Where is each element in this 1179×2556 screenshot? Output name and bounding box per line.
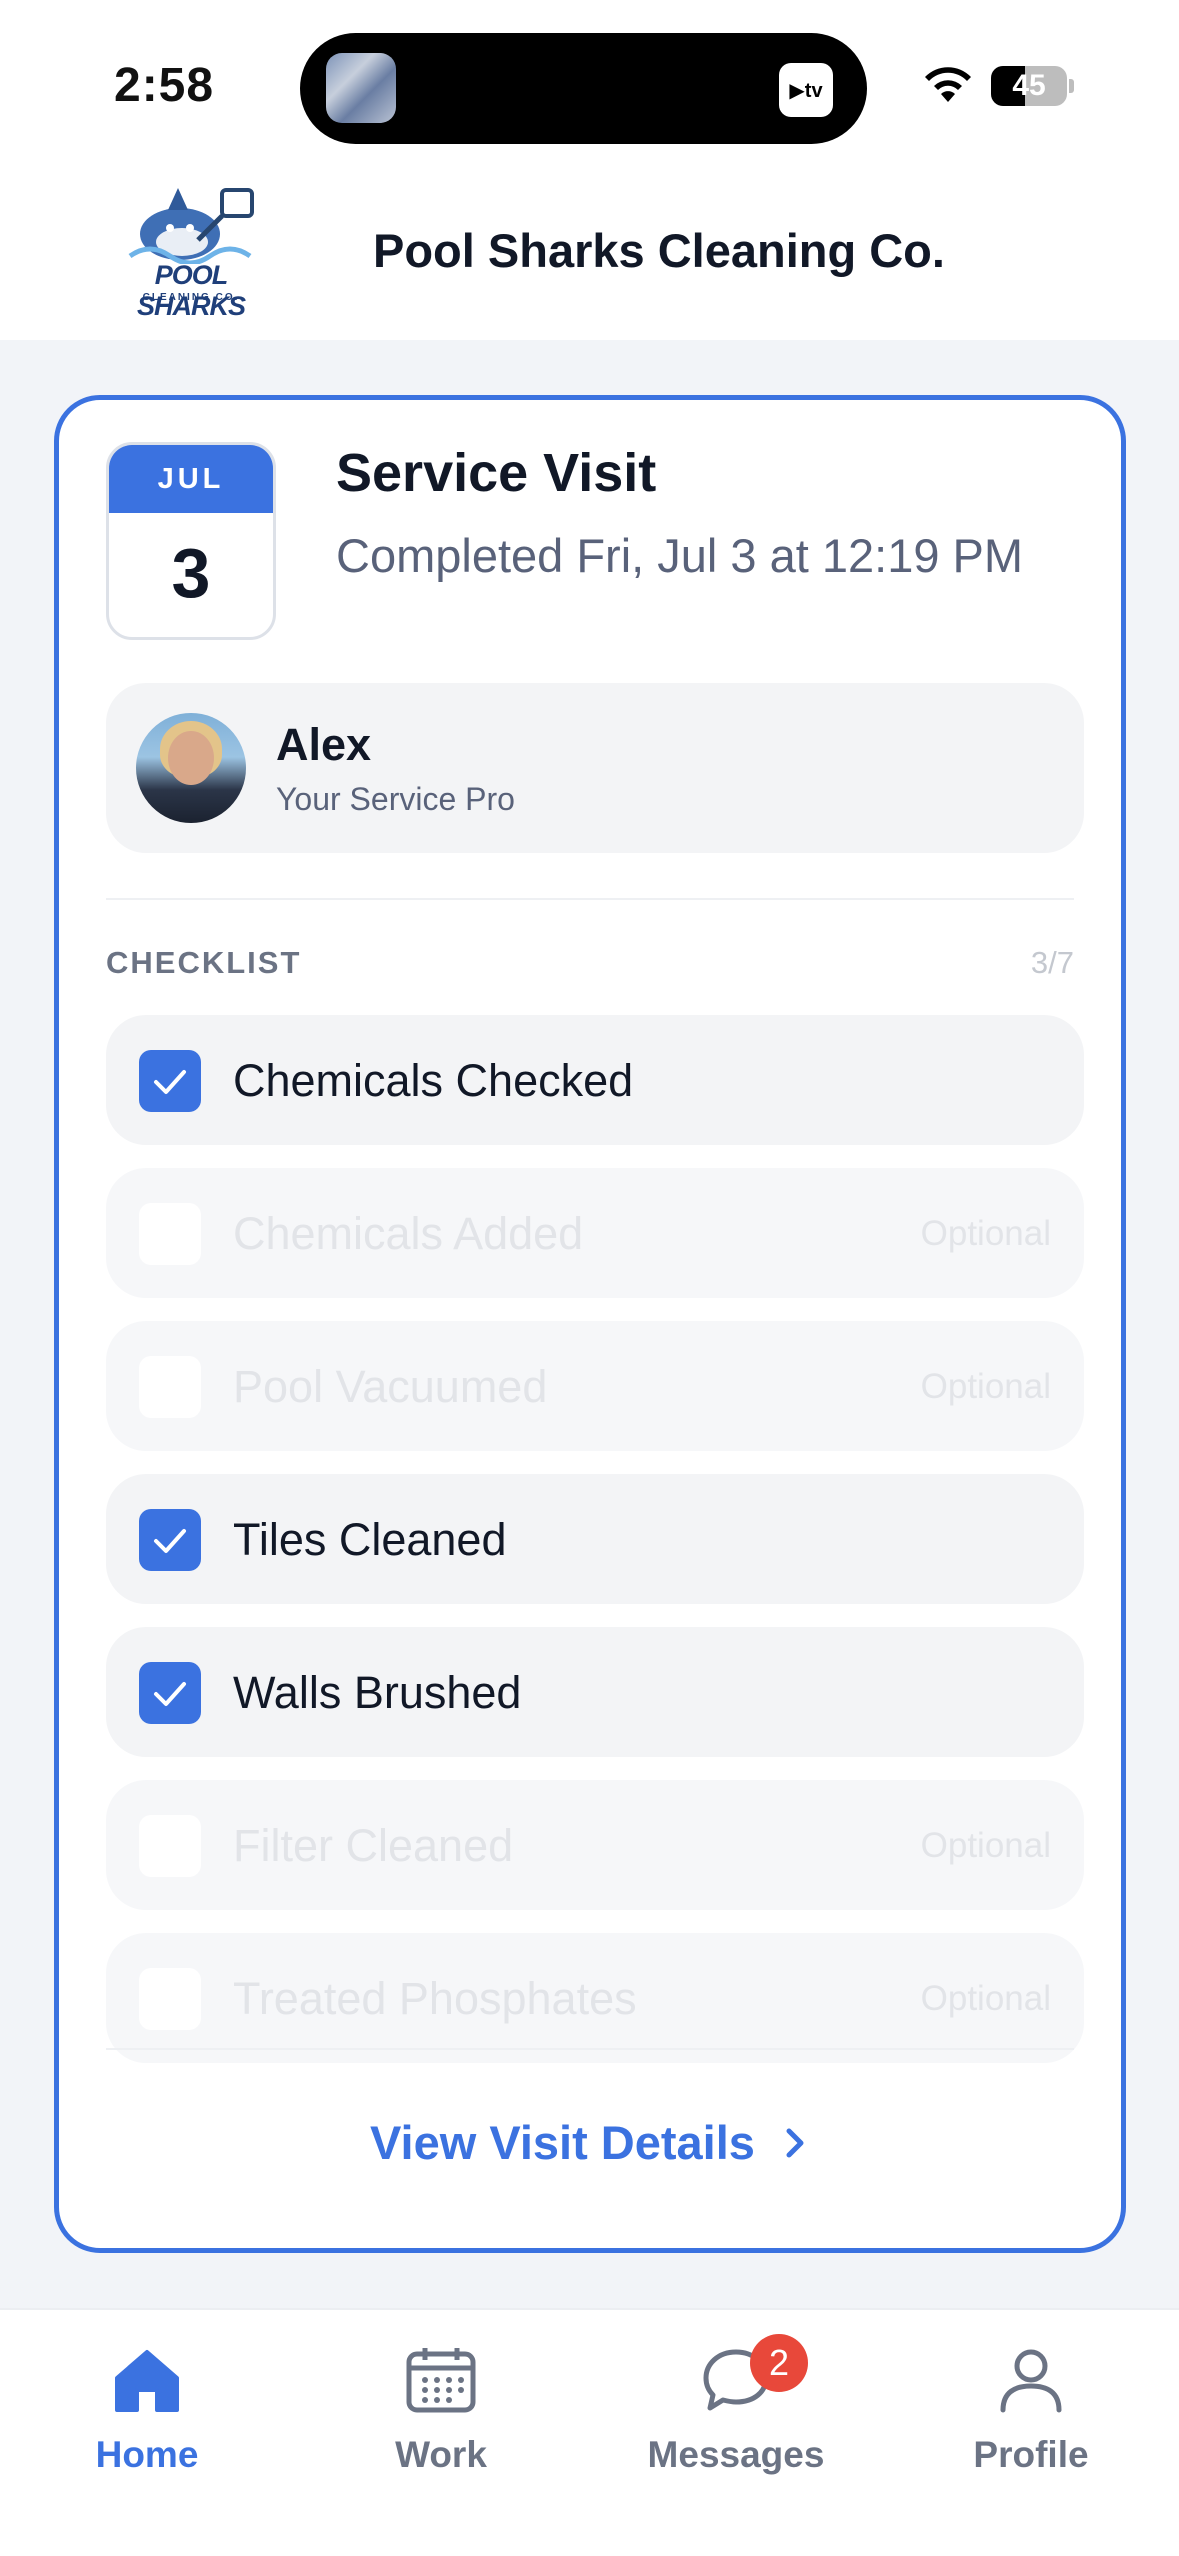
shark-mascot-icon: [128, 188, 254, 266]
app-header: POOL SHARKS CLEANING CO. Pool Sharks Cle…: [0, 170, 1179, 340]
tab-label: Profile: [973, 2434, 1089, 2475]
date-day: 3: [171, 534, 211, 612]
tab-home[interactable]: Home: [27, 2344, 267, 2484]
tab-label: Messages: [647, 2434, 825, 2475]
checkbox-checked[interactable]: [139, 1050, 201, 1112]
company-name: Pool Sharks Cleaning Co.: [373, 224, 945, 277]
checklist-item-label: Chemicals Added: [233, 1208, 584, 1259]
checklist-item[interactable]: Walls Brushed: [106, 1627, 1084, 1757]
view-details-label: View Visit Details: [370, 2116, 755, 2169]
checklist-item[interactable]: Tiles Cleaned: [106, 1474, 1084, 1604]
checklist-item[interactable]: Filter Cleaned Optional: [106, 1780, 1084, 1910]
chevron-right-icon: [786, 2128, 804, 2158]
checklist-item-label: Treated Phosphates: [233, 1973, 637, 2024]
logo-subtitle: CLEANING CO.: [142, 292, 240, 303]
battery-percent: 45: [1012, 69, 1046, 102]
service-visit-card[interactable]: JUL 3 Service Visit Completed Fri, Jul 3…: [54, 395, 1126, 2253]
checklist-item[interactable]: Pool Vacuumed Optional: [106, 1321, 1084, 1451]
checklist-item[interactable]: Chemicals Checked: [106, 1015, 1084, 1145]
apple-tv-icon: ▶tv: [779, 63, 833, 117]
optional-tag: Optional: [920, 1367, 1051, 1406]
tab-work[interactable]: Work: [321, 2344, 561, 2484]
pro-role: Your Service Pro: [276, 781, 515, 817]
checklist-item-label: Filter Cleaned: [233, 1820, 514, 1871]
visit-title: Service Visit: [336, 443, 657, 503]
checklist-item[interactable]: Chemicals Added Optional: [106, 1168, 1084, 1298]
tab-profile[interactable]: Profile: [911, 2344, 1151, 2484]
wifi-icon: [925, 67, 971, 102]
checkbox-unchecked[interactable]: [139, 1815, 201, 1877]
checkbox-checked[interactable]: [139, 1509, 201, 1571]
optional-tag: Optional: [920, 1214, 1051, 1253]
now-playing-artwork: [326, 53, 396, 123]
checklist-item-label: Chemicals Checked: [233, 1055, 634, 1106]
date-month: JUL: [109, 445, 273, 513]
status-bar: 2:58 ▶tv 45: [0, 0, 1179, 170]
checkmark-icon: [154, 1070, 186, 1094]
checkmark-icon: [154, 1682, 186, 1706]
logo-wordmark: POOL SHARKS: [136, 260, 246, 321]
divider: [106, 2048, 1074, 2050]
tab-messages[interactable]: 2 Messages: [616, 2334, 856, 2484]
calendar-icon: [406, 2348, 476, 2413]
checkbox-checked[interactable]: [139, 1662, 201, 1724]
checklist-item-label: Pool Vacuumed: [233, 1361, 548, 1412]
optional-tag: Optional: [920, 1979, 1051, 2018]
checklist-item-label: Walls Brushed: [233, 1667, 522, 1718]
checklist-item[interactable]: Treated Phosphates Optional: [106, 1933, 1084, 2063]
tab-label: Work: [395, 2434, 487, 2475]
date-badge: JUL 3: [106, 442, 276, 640]
status-time: 2:58: [114, 59, 215, 112]
tab-label: Home: [95, 2434, 199, 2475]
service-pro-box[interactable]: Alex Your Service Pro: [106, 683, 1084, 853]
checkbox-unchecked[interactable]: [139, 1968, 201, 2030]
checklist-label: CHECKLIST: [106, 945, 302, 980]
unread-badge: 2: [750, 2334, 808, 2392]
avatar: [136, 713, 246, 823]
checklist-count: 3/7: [1030, 945, 1074, 980]
company-logo: POOL SHARKS CLEANING CO.: [110, 184, 272, 324]
visit-completed-time: Completed Fri, Jul 3 at 12:19 PM: [336, 529, 1024, 582]
optional-tag: Optional: [920, 1826, 1051, 1865]
tab-bar: Home Work 2 Messages Profile: [0, 2308, 1179, 2556]
divider: [106, 898, 1074, 900]
home-icon: [115, 2350, 179, 2412]
dynamic-island[interactable]: ▶tv: [300, 33, 867, 144]
checkbox-unchecked[interactable]: [139, 1356, 201, 1418]
checkbox-unchecked[interactable]: [139, 1203, 201, 1265]
view-visit-details-link[interactable]: View Visit Details: [59, 2115, 1121, 2170]
checklist-item-label: Tiles Cleaned: [233, 1514, 507, 1565]
checkmark-icon: [154, 1529, 186, 1553]
battery-icon: 45: [991, 66, 1067, 106]
person-icon: [1000, 2349, 1062, 2413]
battery-cap: [1069, 79, 1074, 93]
pro-name: Alex: [276, 719, 372, 770]
